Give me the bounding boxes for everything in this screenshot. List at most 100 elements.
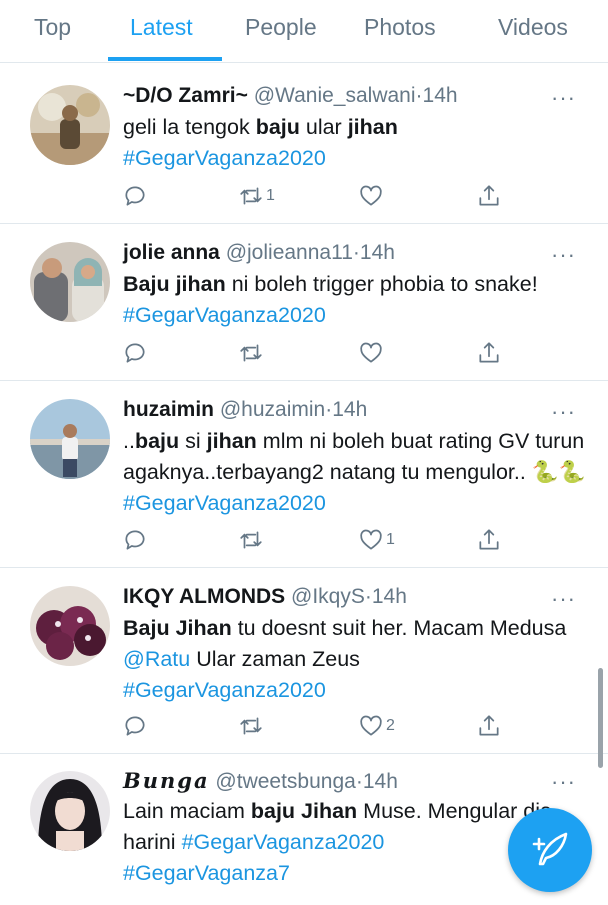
hashtag-link[interactable]: #GegarVaganza2020: [123, 146, 326, 170]
reply-button[interactable]: [122, 525, 148, 555]
retweet-button[interactable]: [238, 525, 266, 555]
text-bold: Baju jihan: [123, 272, 226, 296]
like-button[interactable]: [358, 338, 386, 368]
text-bold: jihan: [347, 115, 398, 139]
share-button[interactable]: [476, 338, 502, 368]
reply-button[interactable]: [122, 338, 148, 368]
like-count: 2: [386, 717, 395, 734]
share-button[interactable]: [476, 181, 502, 211]
hashtag-link[interactable]: #GegarVaganza7: [123, 861, 290, 885]
retweet-icon: [240, 187, 262, 205]
more-options-icon[interactable]: ···: [551, 401, 576, 423]
hashtag-link[interactable]: #GegarVaganza2020: [123, 491, 326, 515]
more-options-icon[interactable]: ···: [551, 87, 576, 109]
text-part: geli la tengok: [123, 115, 256, 139]
share-icon: [479, 342, 499, 363]
display-name[interactable]: IKQY ALMONDS: [123, 585, 285, 608]
avatar[interactable]: [30, 586, 110, 666]
display-name[interactable]: huzaimin: [123, 398, 214, 421]
user-handle[interactable]: @IkqyS: [291, 585, 365, 608]
more-options-icon[interactable]: ···: [551, 244, 576, 266]
tweet-header: huzaimin @huzaimin·14h: [123, 398, 367, 422]
user-handle[interactable]: @tweetsbunga: [215, 770, 355, 793]
avatar[interactable]: [30, 85, 110, 165]
compose-tweet-button[interactable]: [508, 808, 592, 892]
tab-people[interactable]: People: [245, 14, 317, 41]
text-part: ..: [123, 429, 135, 453]
tweet-actions: 2: [120, 711, 500, 741]
display-name[interactable]: Bunga: [123, 768, 210, 793]
tab-top[interactable]: Top: [34, 14, 71, 41]
share-button[interactable]: [476, 525, 502, 555]
retweet-button[interactable]: [238, 338, 266, 368]
tweet-text: ..baju si jihan mlm ni boleh buat rating…: [123, 426, 593, 519]
retweet-icon: [240, 531, 262, 549]
tweet-time: 14h: [371, 585, 407, 608]
user-handle[interactable]: @jolieanna11: [226, 241, 353, 264]
like-button[interactable]: 1: [358, 525, 395, 555]
avatar[interactable]: [30, 771, 110, 851]
mention-link[interactable]: @Ratu: [123, 647, 190, 671]
share-icon: [479, 185, 499, 206]
user-handle[interactable]: @huzaimin: [220, 398, 325, 421]
active-tab-indicator: [108, 57, 222, 61]
text-part: Lain maciam: [123, 799, 251, 823]
share-icon: [479, 529, 499, 550]
tab-latest[interactable]: Latest: [130, 14, 193, 41]
text-part: si: [179, 429, 207, 453]
reply-icon: [125, 530, 145, 550]
retweet-button[interactable]: [238, 711, 266, 741]
reply-button[interactable]: [122, 711, 148, 741]
hashtag-link[interactable]: #GegarVaganza2020: [123, 678, 326, 702]
tweet-header: ~D/O Zamri~ @Wanie_salwani·14h: [123, 84, 458, 108]
tab-photos[interactable]: Photos: [364, 14, 436, 41]
text-bold: baju Jihan: [250, 799, 358, 823]
tweet-text: Baju Jihan tu doesnt suit her. Macam Med…: [123, 613, 593, 706]
like-button[interactable]: [358, 181, 386, 211]
hashtag-link[interactable]: #GegarVaganza2020: [123, 303, 326, 327]
like-button[interactable]: 2: [358, 711, 395, 741]
reply-icon: [125, 186, 145, 206]
text-bold: baju: [134, 429, 180, 453]
share-button[interactable]: [476, 711, 502, 741]
retweet-icon: [240, 717, 262, 735]
snake-emoji: 🐍🐍: [531, 460, 586, 484]
display-name[interactable]: ~D/O Zamri~: [123, 84, 248, 107]
tweet[interactable]: huzaimin @huzaimin·14h ··· ..baju si jih…: [0, 381, 608, 568]
more-options-icon[interactable]: ···: [551, 771, 576, 793]
separator-dot: ·: [355, 770, 363, 793]
avatar[interactable]: [30, 399, 110, 479]
reply-button[interactable]: [122, 181, 148, 211]
heart-icon: [360, 185, 382, 206]
tweet-actions: 1: [120, 525, 500, 555]
like-count: 1: [386, 531, 395, 548]
compose-tweet-icon: [532, 832, 568, 866]
text-part: ni boleh trigger phobia to snake!: [225, 272, 538, 296]
tweet-actions: [120, 338, 500, 368]
tweet-time: 14h: [422, 84, 458, 107]
tweet-header: Bunga @tweetsbunga·14h: [123, 768, 398, 794]
text-part: tu doesnt suit her. Macam Medusa: [231, 616, 567, 640]
tab-videos[interactable]: Videos: [498, 14, 568, 41]
hashtag-link[interactable]: #GegarVaganza2020: [182, 830, 385, 854]
tweet-actions: 1: [120, 181, 500, 211]
tweet-header: jolie anna @jolieanna11·14h: [123, 241, 395, 265]
retweet-button[interactable]: 1: [238, 181, 275, 211]
text-bold: baju: [255, 115, 300, 139]
tweet-time: 14h: [362, 770, 398, 793]
reply-icon: [125, 716, 145, 736]
tweet-text: geli la tengok baju ular jihan #GegarVag…: [123, 112, 593, 174]
user-handle[interactable]: @Wanie_salwani: [254, 84, 416, 107]
share-icon: [479, 715, 499, 736]
scrollbar-thumb[interactable]: [598, 668, 603, 768]
tweet[interactable]: jolie anna @jolieanna11·14h ··· Baju jih…: [0, 224, 608, 381]
reply-icon: [125, 343, 145, 363]
avatar[interactable]: [30, 242, 110, 322]
text-bold: Baju Jihan: [123, 616, 232, 640]
more-options-icon[interactable]: ···: [551, 588, 576, 610]
display-name[interactable]: jolie anna: [123, 241, 220, 264]
tweet[interactable]: IKQY ALMONDS @IkqyS·14h ··· Baju Jihan t…: [0, 568, 608, 754]
text-bold: jihan: [206, 429, 257, 453]
text-part: ular: [299, 115, 348, 139]
tweet[interactable]: ~D/O Zamri~ @Wanie_salwani·14h ··· geli …: [0, 63, 608, 224]
